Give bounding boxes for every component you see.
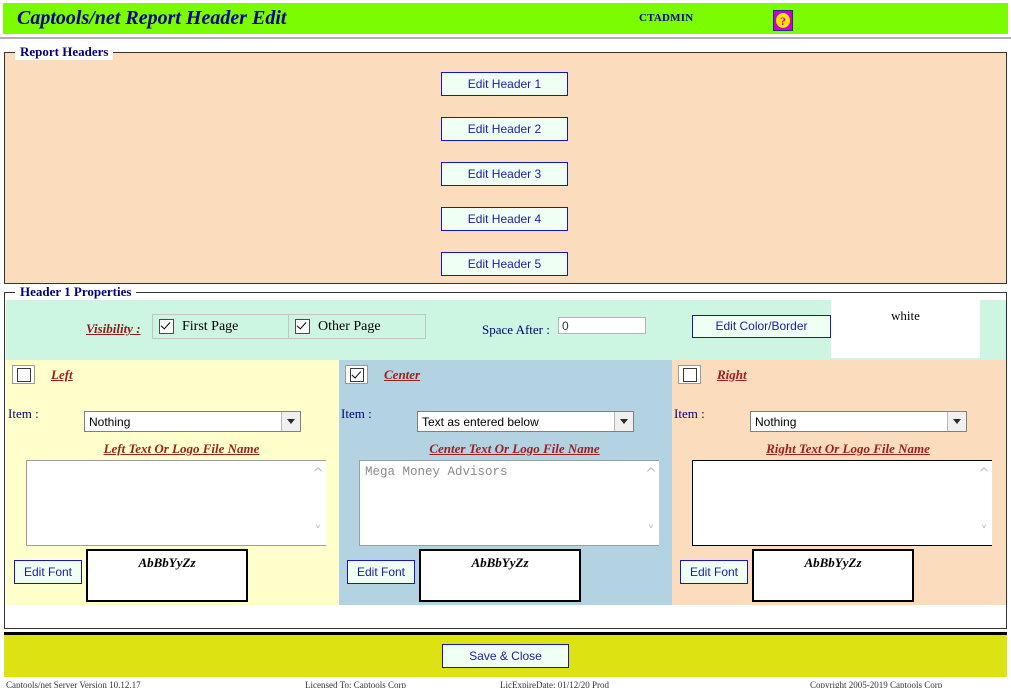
- edit-header-2-button[interactable]: Edit Header 2: [441, 117, 568, 141]
- edit-header-1-button[interactable]: Edit Header 1: [441, 72, 568, 96]
- right-panel-header: Right: [678, 365, 747, 384]
- right-item-select-value: Nothing: [751, 415, 947, 429]
- scroll-down-icon[interactable]: ˅: [981, 525, 988, 539]
- visibility-checkbox-group: First Page Other Page: [152, 314, 426, 339]
- header-properties-legend: Header 1 Properties: [15, 284, 136, 300]
- center-edit-font-button[interactable]: Edit Font: [347, 560, 415, 584]
- right-enable-checkbox[interactable]: [683, 368, 697, 382]
- chevron-down-icon: [614, 412, 633, 431]
- edit-header-4-button[interactable]: Edit Header 4: [441, 207, 568, 231]
- scroll-up-icon[interactable]: ^: [645, 467, 657, 481]
- current-user-label: CTADMIN: [639, 12, 693, 24]
- center-text-scrollbar[interactable]: ^ ˅: [643, 461, 659, 545]
- title-divider: [0, 37, 1011, 39]
- left-enable-checkbox[interactable]: [17, 368, 31, 382]
- report-headers-legend: Report Headers: [15, 44, 113, 60]
- visibility-other-page-option[interactable]: Other Page: [289, 315, 425, 338]
- center-font-preview: AbBbYyZz: [419, 549, 581, 602]
- right-text-scrollbar[interactable]: ^ ˅: [976, 461, 992, 545]
- center-panel: Center Item : Text as entered below Cent…: [339, 360, 672, 605]
- right-text-input[interactable]: [692, 460, 992, 546]
- left-text-input[interactable]: [26, 460, 326, 546]
- edit-header-5-button[interactable]: Edit Header 5: [441, 252, 568, 276]
- center-panel-header: Center: [345, 365, 420, 384]
- space-after-input[interactable]: [558, 317, 646, 334]
- scroll-down-icon[interactable]: ˅: [315, 525, 322, 539]
- right-panel: Right Item : Nothing Right Text Or Logo …: [672, 360, 1006, 605]
- visibility-label: Visibility :: [86, 321, 141, 337]
- other-page-checkbox[interactable]: [295, 319, 310, 334]
- chevron-down-icon: [947, 412, 966, 431]
- other-page-label: Other Page: [318, 319, 381, 335]
- right-panel-title: Right: [717, 367, 747, 383]
- help-question-icon[interactable]: ?: [773, 10, 793, 31]
- space-after-label: Space After :: [482, 322, 550, 338]
- left-enable-checkbox-wrap[interactable]: [12, 365, 35, 384]
- first-page-checkbox[interactable]: [159, 319, 174, 334]
- left-text-label: Left Text Or Logo File Name: [6, 441, 339, 457]
- left-panel-header: Left: [12, 365, 73, 384]
- center-font-preview-text: AbBbYyZz: [421, 551, 579, 571]
- scroll-up-icon[interactable]: ^: [978, 467, 990, 481]
- footer-version: Captools/net Server Version 10.12.17: [6, 680, 141, 688]
- left-item-select-value: Nothing: [85, 415, 281, 429]
- header-properties-toolbar: Visibility : First Page Other Page Space…: [6, 300, 1006, 360]
- center-item-select-value: Text as entered below: [418, 415, 614, 429]
- report-headers-section: Report Headers Edit Header 1 Edit Header…: [4, 52, 1007, 284]
- right-text-label: Right Text Or Logo File Name: [672, 441, 1006, 457]
- save-and-close-button[interactable]: Save & Close: [442, 644, 569, 668]
- header-properties-section: Header 1 Properties Visibility : First P…: [4, 292, 1007, 629]
- footer-licensed-to: Licensed To: Captools Corp: [305, 680, 406, 688]
- footer-license-expire: LicExpireDate: 01/12/20 Prod: [500, 680, 609, 688]
- edit-header-3-button[interactable]: Edit Header 3: [441, 162, 568, 186]
- left-font-preview-text: AbBbYyZz: [88, 551, 246, 571]
- left-panel-title: Left: [51, 367, 73, 383]
- center-item-select[interactable]: Text as entered below: [417, 411, 634, 432]
- alignment-panels: Left Item : Nothing Left Text Or Logo Fi…: [6, 360, 1006, 605]
- left-item-label: Item :: [8, 406, 39, 422]
- app-window: Captools/net Report Header Edit CTADMIN …: [0, 0, 1011, 688]
- right-item-select[interactable]: Nothing: [750, 411, 967, 432]
- page-title: Captools/net Report Header Edit: [17, 7, 286, 30]
- scroll-up-icon[interactable]: ^: [312, 467, 324, 481]
- save-bar: Save & Close: [4, 635, 1007, 677]
- center-item-label: Item :: [341, 406, 372, 422]
- right-item-label: Item :: [674, 406, 705, 422]
- color-preview-box: white: [831, 300, 980, 358]
- center-panel-title: Center: [384, 367, 420, 383]
- edit-color-border-button[interactable]: Edit Color/Border: [692, 315, 831, 338]
- color-preview-label: white: [831, 300, 980, 324]
- center-text-label: Center Text Or Logo File Name: [339, 441, 672, 457]
- center-text-input[interactable]: [359, 460, 659, 546]
- left-panel: Left Item : Nothing Left Text Or Logo Fi…: [6, 360, 339, 605]
- footer-copyright: Copyright 2005-2019 Captools Corp: [810, 680, 942, 688]
- scroll-down-icon[interactable]: ˅: [648, 525, 655, 539]
- right-edit-font-button[interactable]: Edit Font: [680, 560, 748, 584]
- left-edit-font-button[interactable]: Edit Font: [14, 560, 82, 584]
- header-buttons-group: Edit Header 1 Edit Header 2 Edit Header …: [441, 72, 568, 276]
- left-font-preview: AbBbYyZz: [86, 549, 248, 602]
- chevron-down-icon: [281, 412, 300, 431]
- center-enable-checkbox-wrap[interactable]: [345, 365, 368, 384]
- footer: Captools/net Server Version 10.12.17 Lic…: [0, 679, 1011, 688]
- title-bar: Captools/net Report Header Edit CTADMIN …: [3, 3, 1008, 34]
- left-text-scrollbar[interactable]: ^ ˅: [310, 461, 326, 545]
- help-icon-glyph: ?: [776, 13, 790, 28]
- right-font-preview-text: AbBbYyZz: [754, 551, 912, 571]
- first-page-label: First Page: [182, 319, 238, 335]
- left-item-select[interactable]: Nothing: [84, 411, 301, 432]
- right-enable-checkbox-wrap[interactable]: [678, 365, 701, 384]
- visibility-first-page-option[interactable]: First Page: [153, 315, 289, 338]
- center-enable-checkbox[interactable]: [350, 368, 364, 382]
- right-font-preview: AbBbYyZz: [752, 549, 914, 602]
